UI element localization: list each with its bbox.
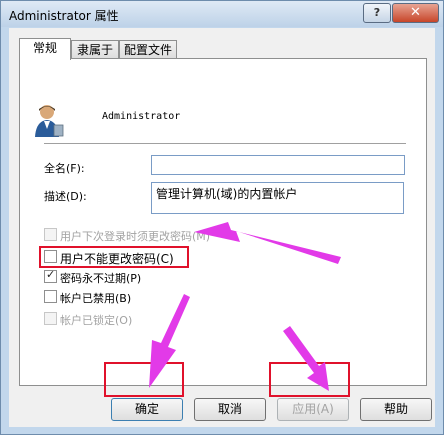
ok-button[interactable]: 确定 — [111, 398, 183, 421]
tab-general[interactable]: 常规 — [19, 38, 71, 60]
checkbox-label: 用户下次登录时须更改密码(M) — [60, 230, 211, 243]
close-button[interactable]: ✕ — [392, 3, 439, 23]
help-title-button[interactable]: ? — [363, 3, 391, 23]
checkbox-label: 帐户已锁定(O) — [60, 314, 133, 327]
title-bar[interactable]: Administrator 属性 ? ✕ — [1, 1, 443, 27]
window-title: Administrator 属性 — [9, 9, 119, 23]
checkbox-box[interactable] — [44, 290, 57, 303]
check-mark-icon: ✓ — [46, 268, 56, 281]
annotation-highlight-box — [104, 362, 184, 397]
description-label: 描述(D): — [44, 190, 87, 203]
help-button[interactable]: 帮助 — [360, 398, 432, 421]
dialog-body: 常规 隶属于 配置文件 Administrator 全名(F): 描述(D): … — [9, 28, 435, 427]
checkbox-label: 密码永不过期(P) — [60, 272, 142, 285]
annotation-highlight-box — [39, 246, 189, 268]
properties-dialog: Administrator 属性 ? ✕ 常规 隶属于 配置文件 Adminis… — [0, 0, 444, 435]
tab-profile[interactable]: 配置文件 — [119, 40, 177, 59]
checkbox-box[interactable]: ✓ — [44, 268, 57, 283]
checkbox-label: 帐户已禁用(B) — [60, 292, 132, 305]
cancel-button[interactable]: 取消 — [194, 398, 266, 421]
tab-member-of[interactable]: 隶属于 — [71, 40, 119, 59]
divider — [44, 143, 406, 145]
description-input[interactable]: 管理计算机(域)的内置帐户 — [151, 182, 404, 214]
checkbox-box[interactable] — [44, 228, 57, 241]
user-icon — [35, 105, 64, 137]
general-tab-panel: Administrator 全名(F): 描述(D): 管理计算机(域)的内置帐… — [19, 58, 427, 386]
apply-button[interactable]: 应用(A) — [277, 398, 349, 421]
checkbox-box[interactable] — [44, 312, 57, 325]
account-name: Administrator — [102, 111, 181, 122]
fullname-label: 全名(F): — [44, 162, 85, 175]
fullname-input[interactable] — [151, 155, 405, 175]
annotation-highlight-box — [269, 362, 350, 397]
